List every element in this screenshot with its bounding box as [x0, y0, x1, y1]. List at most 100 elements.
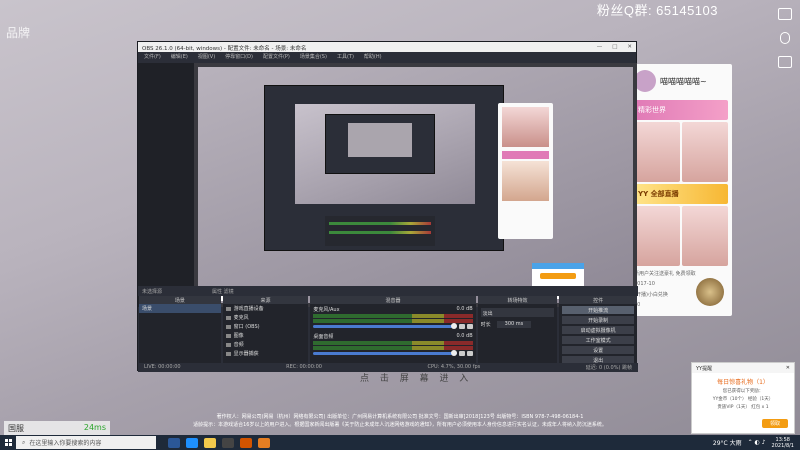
source-type-icon	[225, 333, 231, 338]
obs-preview[interactable]	[194, 63, 637, 307]
popup-title: YY提醒	[696, 366, 713, 372]
start-streaming-button[interactable]: 开始推流	[562, 306, 635, 314]
source-type-icon	[225, 342, 231, 347]
source-type-icon	[225, 324, 231, 329]
click-to-enter-text[interactable]: 点 击 屏 幕 进 入	[360, 371, 472, 384]
transitions-dock: 转场特效 淡出 时长 300 ms	[477, 296, 558, 372]
system-tray: 29°C 大雨 ⌃ ◐ ♪ 13:58 2021/8/1	[713, 437, 800, 449]
fans-label: 粉丝Q群:	[596, 3, 653, 18]
channel-db: 0.0 dB	[456, 333, 473, 339]
fans-number: 65145103	[656, 3, 718, 18]
no-source-text: 未选择源	[142, 289, 163, 295]
source-type-icon	[225, 306, 231, 311]
channel-name: 麦克风/Aux	[313, 307, 340, 313]
menu-view[interactable]: 视图(V)	[198, 53, 215, 60]
volume-slider[interactable]	[313, 350, 457, 356]
stream-info-widget: 喵喵喵喵喵~ 精彩世界 YY 全部直播 新用户关注送豪礼 免费领取 2017-1…	[630, 64, 732, 316]
nested-mixer	[325, 216, 435, 246]
yy-reminder-popup: YY提醒 ✕ 每日惊喜礼物（1） 您已获得以下奖励： YY金币（10个） 经验（1…	[691, 362, 795, 434]
rec-status: REC: 00:00:00	[286, 364, 322, 370]
start-button[interactable]	[0, 435, 16, 450]
source-props-buttons[interactable]: 属性 滤镜	[212, 288, 234, 295]
menu-profile[interactable]: 配置文件(P)	[263, 53, 290, 60]
popup-line-3: 贵族VIP（1天） 红包 x 1	[717, 405, 769, 410]
popup-line-1: 您已获得以下奖励：	[722, 389, 764, 394]
source-type-icon	[225, 315, 231, 320]
volume-meter	[313, 319, 473, 323]
source-item[interactable]: 游戏直播设备	[223, 304, 309, 313]
streamer-avatar	[634, 70, 656, 92]
channel-db: 0.0 dB	[456, 306, 473, 312]
explorer-icon[interactable]	[204, 437, 216, 448]
minimize-icon[interactable]: —	[597, 44, 603, 50]
transition-select[interactable]: 淡出	[480, 308, 555, 317]
obs-docks: 场景 场景 + — ∧ ∨ 来源 游戏直播设备 麦克风 窗口 (OBS) 图像 …	[138, 296, 638, 372]
menu-icon[interactable]	[780, 32, 790, 44]
sources-dock: 来源 游戏直播设备 麦克风 窗口 (OBS) 图像 音频 显示器捕获 + — ∧…	[222, 296, 309, 372]
gear-icon[interactable]	[466, 324, 473, 329]
menu-scene-collection[interactable]: 场景集合(S)	[300, 53, 327, 60]
studio-mode-button[interactable]: 工作室模式	[562, 336, 635, 344]
obs-window: OBS 26.1.0 (64-bit, windows) - 配置文件: 未命名…	[137, 41, 638, 372]
avatar-icon[interactable]	[778, 8, 792, 20]
mixer-dock: 混音器 麦克风/Aux 0.0 dB 桌面音频 0.0 dB	[310, 296, 476, 372]
source-item[interactable]: 麦克风	[223, 313, 309, 322]
obs-menubar: 文件(F) 编辑(E) 视图(V) 停靠窗口(D) 配置文件(P) 场景集合(S…	[138, 52, 636, 61]
scene-item[interactable]: 场景	[139, 304, 221, 313]
menu-file[interactable]: 文件(F)	[144, 53, 161, 60]
duration-label: 时长	[480, 322, 491, 328]
preview-left-margin	[138, 63, 194, 307]
edge-icon[interactable]	[186, 437, 198, 448]
menu-edit[interactable]: 编辑(E)	[171, 53, 188, 60]
obs-title: OBS 26.1.0 (64-bit, windows) - 配置文件: 未命名…	[142, 46, 307, 52]
speaker-icon[interactable]	[458, 324, 465, 329]
yy-app-icon[interactable]	[258, 437, 270, 448]
tray-icons[interactable]: ⌃ ◐ ♪	[748, 439, 766, 446]
channel-name: 桌面音频	[313, 334, 334, 340]
popup-line-2: YY金币（10个） 经验（1天）	[712, 397, 774, 402]
grid-icon[interactable]	[778, 56, 792, 68]
cpu-status: CPU: 4.7%, 30.00 fps	[427, 364, 481, 370]
gear-icon[interactable]	[466, 351, 473, 356]
taskbar-search[interactable]: ⌕ 在这里输入你要搜索的内容	[16, 436, 156, 449]
menu-docks[interactable]: 停靠窗口(D)	[225, 53, 253, 60]
maximize-icon[interactable]: □	[612, 44, 617, 50]
settings-button[interactable]: 设置	[562, 346, 635, 354]
duration-input[interactable]: 300 ms	[496, 321, 532, 328]
nested-widget	[498, 103, 553, 239]
menu-tools[interactable]: 工具(T)	[337, 53, 354, 60]
server-label: 国服	[8, 424, 24, 433]
mixer-channel: 麦克风/Aux 0.0 dB	[310, 304, 475, 331]
source-item[interactable]: 窗口 (OBS)	[223, 322, 309, 331]
mixer-channel: 桌面音频 0.0 dB	[310, 331, 475, 358]
weather-text[interactable]: 29°C 大雨	[713, 438, 742, 447]
close-icon[interactable]: ✕	[786, 365, 790, 371]
game-app-icon[interactable]	[240, 437, 252, 448]
scenes-header: 场景	[139, 296, 221, 304]
source-item[interactable]: 音频	[223, 340, 309, 349]
clock[interactable]: 13:58 2021/8/1	[772, 437, 794, 449]
widget-badge-icon	[696, 278, 724, 306]
source-item[interactable]: 图像	[223, 331, 309, 340]
copyright-line-1: 著作权人：网易公司(网易（杭州）网络有限公司) 出版单位：广州网易计算机系统有限…	[216, 414, 584, 420]
source-item[interactable]: 显示器捕获	[223, 349, 309, 358]
popup-heading: 每日惊喜礼物（1）	[717, 379, 769, 386]
obs-titlebar[interactable]: OBS 26.1.0 (64-bit, windows) - 配置文件: 未命名…	[138, 42, 636, 52]
obs-app-icon[interactable]	[222, 437, 234, 448]
transition-duration: 时长 300 ms	[481, 321, 555, 328]
close-icon[interactable]: ✕	[627, 44, 632, 50]
menu-help[interactable]: 帮助(H)	[364, 53, 382, 60]
widget-line-1: 新用户关注送豪礼 免费领取	[634, 271, 696, 277]
virtual-camera-button[interactable]: 启动虚拟摄像机	[562, 326, 635, 334]
streamer-name: 喵喵喵喵喵~	[660, 76, 707, 86]
volume-meter	[313, 341, 473, 345]
widget-banner[interactable]: 精彩世界	[634, 100, 728, 120]
speaker-icon[interactable]	[458, 351, 465, 356]
widget-ad[interactable]: YY 全部直播	[634, 184, 728, 204]
task-view-icon[interactable]	[168, 437, 180, 448]
start-recording-button[interactable]: 开始录制	[562, 316, 635, 324]
dropped-frames: 延迟: 0 (0.0%) 跳帧	[585, 365, 632, 371]
volume-slider[interactable]	[313, 323, 457, 329]
nested-obs-window	[264, 85, 504, 251]
claim-button[interactable]: 领取	[762, 419, 788, 428]
